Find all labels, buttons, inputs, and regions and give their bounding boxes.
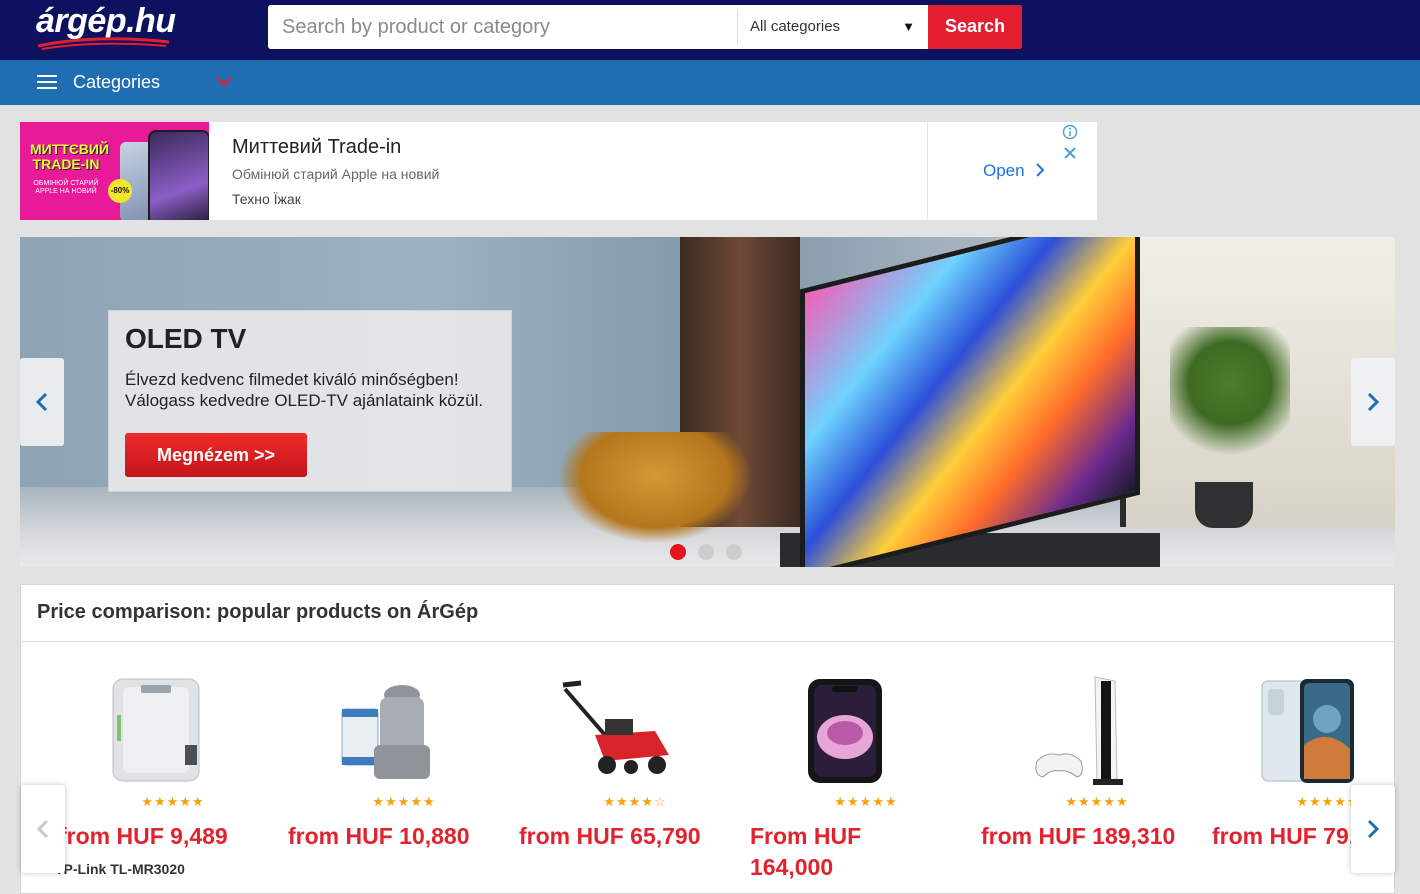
lawn-mower-icon xyxy=(562,680,669,774)
chevron-down-icon[interactable] xyxy=(215,76,233,88)
product-price[interactable]: From HUF 164,000 xyxy=(750,821,950,883)
category-select-value: All categories xyxy=(750,18,841,35)
ad-image-headline: МИТТЄВИЙ TRADE-IN xyxy=(30,141,110,172)
chevron-left-icon xyxy=(35,392,48,412)
smartphone-icon xyxy=(1261,679,1354,783)
promo-box: OLED TV Élvezd kedvenc filmedet kiváló m… xyxy=(108,310,512,492)
carousel-next-button[interactable] xyxy=(1351,358,1395,446)
carousel-dot-2[interactable] xyxy=(698,544,714,560)
plant-pot-image-icon xyxy=(1195,482,1253,528)
chevron-right-icon xyxy=(1036,163,1045,177)
product-price[interactable]: from HUF 189,310 xyxy=(981,821,1181,852)
product-price[interactable]: from HUF 10,880 xyxy=(288,821,488,852)
section-title: Price comparison: popular products on Ár… xyxy=(37,601,479,623)
ad-advertiser: Техно Їжак xyxy=(232,191,301,207)
search-button[interactable]: Search xyxy=(928,5,1022,49)
category-select[interactable]: All categories ▼ xyxy=(737,10,925,44)
discount-badge: -80% xyxy=(108,179,132,203)
product-name[interactable]: TP-Link TL-MR3020 xyxy=(55,861,185,877)
carousel-dot-3[interactable] xyxy=(726,544,742,560)
ad-subtitle: Обмiнюй старий Apple на новий xyxy=(232,166,440,182)
promo-text: Élvezd kedvenc filmedet kiváló minőségbe… xyxy=(125,370,484,410)
ad-banner[interactable]: МИТТЄВИЙ TRADE-IN ОБМІНЮЙ СТАРИЙ APPLE Н… xyxy=(20,122,1097,220)
ad-image-caption: ОБМІНЮЙ СТАРИЙ APPLE НА НОВИЙ xyxy=(33,180,99,195)
section-divider xyxy=(21,641,1394,642)
products-next-button[interactable] xyxy=(1351,785,1395,873)
ad-title[interactable]: Миттевий Trade-in xyxy=(232,136,401,159)
chevron-left-icon xyxy=(36,819,49,839)
search-input[interactable] xyxy=(268,5,736,49)
dropdown-arrow-icon: ▼ xyxy=(902,19,915,34)
top-header: árgép.hu All categories ▼ Search xyxy=(0,0,1420,60)
ad-image: МИТТЄВИЙ TRADE-IN ОБМІНЮЙ СТАРИЙ APPLE Н… xyxy=(20,122,209,220)
ad-close-icon[interactable] xyxy=(1062,145,1078,161)
armchair-image-icon xyxy=(560,432,750,542)
rating-stars: ★★★★★ xyxy=(141,794,205,809)
promo-cta-button[interactable]: Megnézem >> xyxy=(125,433,307,477)
pool-filter-icon xyxy=(341,685,430,779)
plant-image-icon xyxy=(1170,327,1290,467)
phone-image-icon xyxy=(148,130,209,220)
carousel-prev-button[interactable] xyxy=(20,358,64,446)
chevron-right-icon xyxy=(1367,392,1380,412)
carousel-dot-1[interactable] xyxy=(670,544,686,560)
product-price[interactable]: from HUF 65,790 xyxy=(519,821,719,852)
ad-controls xyxy=(1062,124,1097,166)
chevron-right-icon xyxy=(1367,819,1380,839)
router-icon xyxy=(112,678,200,782)
rating-stars: ★★★★★ xyxy=(834,794,898,809)
ad-divider xyxy=(927,122,928,220)
popular-products-section: Price comparison: popular products on Ár… xyxy=(20,584,1395,894)
console-icon xyxy=(1035,676,1123,785)
ad-info-icon[interactable] xyxy=(1062,124,1078,140)
category-bar: Categories xyxy=(0,60,1420,105)
products-prev-button[interactable] xyxy=(21,785,65,873)
search-bar: All categories ▼ Search xyxy=(268,5,1022,49)
rating-stars: ★★★★★ xyxy=(372,794,436,809)
logo-swoosh-icon xyxy=(37,37,170,50)
menu-icon[interactable] xyxy=(37,75,57,91)
product-price[interactable]: from HUF 9,489 xyxy=(59,821,259,852)
rating-stars: ★★★★☆ xyxy=(603,794,667,809)
promo-title: OLED TV xyxy=(125,323,247,354)
ad-open-label: Open xyxy=(983,161,1025,180)
hero-carousel: OLED TV Élvezd kedvenc filmedet kiváló m… xyxy=(20,237,1395,567)
iphone-icon xyxy=(808,679,882,783)
ad-open-button[interactable]: Open xyxy=(983,161,1045,181)
categories-menu-button[interactable]: Categories xyxy=(73,72,160,93)
rating-stars: ★★★★★ xyxy=(1065,794,1129,809)
